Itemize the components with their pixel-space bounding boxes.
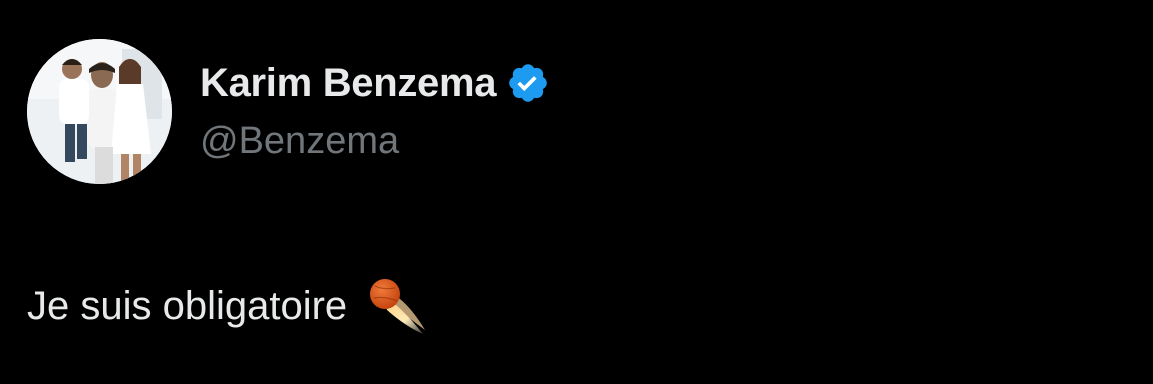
tweet-body: Je suis obligatoire xyxy=(27,276,429,336)
tweet-card: Karim Benzema @Benzema Je suis obligatoi… xyxy=(0,0,1153,384)
avatar[interactable] xyxy=(27,39,172,184)
verified-badge-icon[interactable] xyxy=(506,61,550,105)
author-handle[interactable]: @Benzema xyxy=(200,120,399,163)
author-name-row: Karim Benzema xyxy=(200,58,550,108)
author-display-name[interactable]: Karim Benzema xyxy=(200,61,497,106)
profile-photo xyxy=(27,39,172,184)
comet-emoji-icon xyxy=(365,274,429,338)
tweet-text: Je suis obligatoire xyxy=(27,283,348,328)
